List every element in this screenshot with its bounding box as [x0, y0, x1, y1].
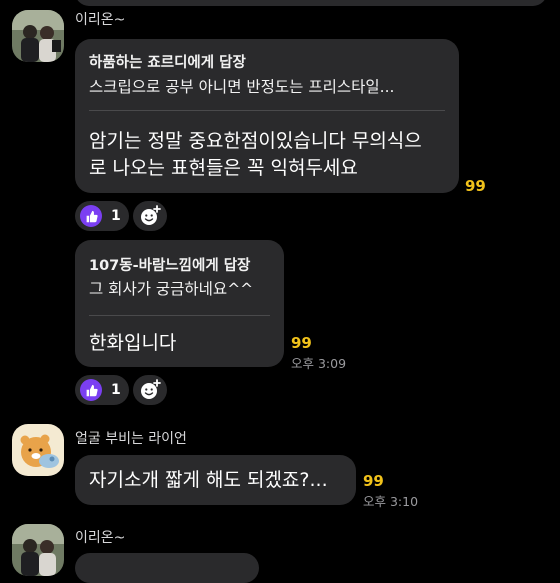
- reply-header: 하품하는 죠르디에게 답장: [89, 55, 246, 71]
- message-time: 오후 3:09: [291, 356, 347, 371]
- sender-name: 얼굴 부비는 라이언: [75, 431, 187, 447]
- reply-quote[interactable]: 그 회사가 궁금하네요^^: [89, 277, 253, 299]
- sender-name: 이리온~: [75, 12, 126, 28]
- message-bubble[interactable]: [75, 553, 259, 583]
- avatar-iron[interactable]: [12, 524, 64, 576]
- avatar-photo-icon: [12, 10, 64, 62]
- add-reaction-icon: [141, 205, 161, 225]
- reply-quote[interactable]: 스크립으로 공부 아니면 반정도는 프리스타일...: [89, 75, 394, 97]
- add-reaction-button[interactable]: [133, 201, 167, 231]
- add-reaction-button[interactable]: [133, 375, 167, 405]
- thumbs-up-icon: [80, 205, 102, 227]
- reply-divider: [89, 110, 445, 111]
- reaction-count: 1: [111, 208, 121, 224]
- reply-header: 107동-바람느낌에게 답장: [89, 258, 251, 274]
- avatar-iron[interactable]: [12, 10, 64, 62]
- message-text: 한화입니다: [89, 332, 177, 354]
- unread-count: 99: [291, 334, 312, 352]
- message-bubble[interactable]: 하품하는 죠르디에게 답장 스크립으로 공부 아니면 반정도는 프리스타일...…: [75, 39, 459, 193]
- reply-divider: [89, 315, 270, 316]
- message-text: 자기소개 짧게 해도 되겠죠?...: [89, 469, 328, 491]
- reaction-thumbs-up[interactable]: 1: [75, 201, 129, 231]
- message-text-line: 로 나오는 표현들은 꼭 익혀두세요: [89, 157, 358, 179]
- avatar-photo-icon: [12, 524, 64, 576]
- message-bubble[interactable]: 107동-바람느낌에게 답장 그 회사가 궁금하네요^^ 한화입니다: [75, 240, 284, 367]
- avatar-ryan[interactable]: [12, 424, 64, 476]
- reaction-count: 1: [111, 382, 121, 398]
- message-text-line: 암기는 정말 중요한점이있습니다 무의식으: [89, 130, 422, 152]
- unread-count: 99: [465, 177, 486, 195]
- unread-count: 99: [363, 472, 384, 490]
- thumbs-up-icon: [80, 379, 102, 401]
- previous-message-bubble: [75, 0, 547, 6]
- message-time: 오후 3:10: [363, 494, 419, 509]
- reaction-thumbs-up[interactable]: 1: [75, 375, 129, 405]
- add-reaction-icon: [141, 379, 161, 399]
- ryan-character-icon: [12, 424, 64, 476]
- message-bubble[interactable]: 자기소개 짧게 해도 되겠죠?...: [75, 455, 356, 505]
- sender-name: 이리온~: [75, 530, 126, 546]
